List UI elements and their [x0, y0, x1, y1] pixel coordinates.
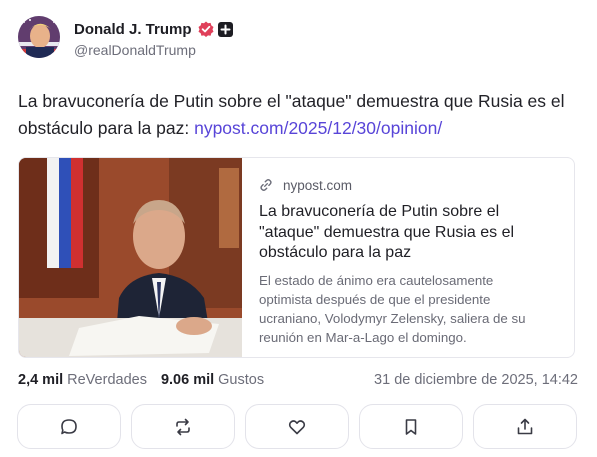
verified-badge-icon — [198, 21, 214, 37]
share-icon — [517, 418, 533, 434]
post-link[interactable]: nypost.com/2025/12/30/opinion/ — [194, 118, 442, 138]
like-icon — [288, 419, 306, 434]
retruths-label[interactable]: ReVerdades — [67, 372, 147, 388]
link-preview-image — [19, 158, 242, 357]
likes-count[interactable]: 9.06 mil — [161, 372, 214, 388]
action-bar — [17, 404, 577, 449]
post-timestamp[interactable]: 31 de diciembre de 2025, 14:42 — [374, 372, 578, 388]
post-header: Donald J. Trump @realDonaldTrump — [18, 16, 233, 58]
repost-icon — [176, 418, 190, 435]
author-handle[interactable]: @realDonaldTrump — [74, 42, 233, 58]
bookmark-icon — [405, 418, 417, 435]
link-icon — [260, 179, 272, 191]
card-title: La bravuconería de Putin sobre el "ataqu… — [259, 203, 515, 261]
bookmark-button[interactable] — [359, 404, 463, 449]
like-button[interactable] — [245, 404, 349, 449]
reply-button[interactable] — [17, 404, 121, 449]
card-description: El estado de ánimo era cautelosamente op… — [259, 272, 526, 346]
post-stats: 2,4 mil ReVerdades 9.06 mil Gustos 31 de… — [18, 370, 578, 390]
repost-button[interactable] — [131, 404, 235, 449]
retruths-count[interactable]: 2,4 mil — [18, 372, 63, 388]
share-button[interactable] — [473, 404, 577, 449]
author-display-name[interactable]: Donald J. Trump — [74, 21, 192, 38]
link-preview-card[interactable]: nypost.com La bravuconería de Putin sobr… — [18, 157, 575, 358]
plus-badge-icon — [217, 21, 233, 37]
likes-label[interactable]: Gustos — [218, 372, 264, 388]
avatar[interactable] — [18, 16, 60, 58]
card-domain: nypost.com — [283, 177, 353, 193]
reply-icon — [61, 418, 77, 434]
post-text: La bravuconería de Putin sobre el "ataqu… — [18, 88, 580, 142]
